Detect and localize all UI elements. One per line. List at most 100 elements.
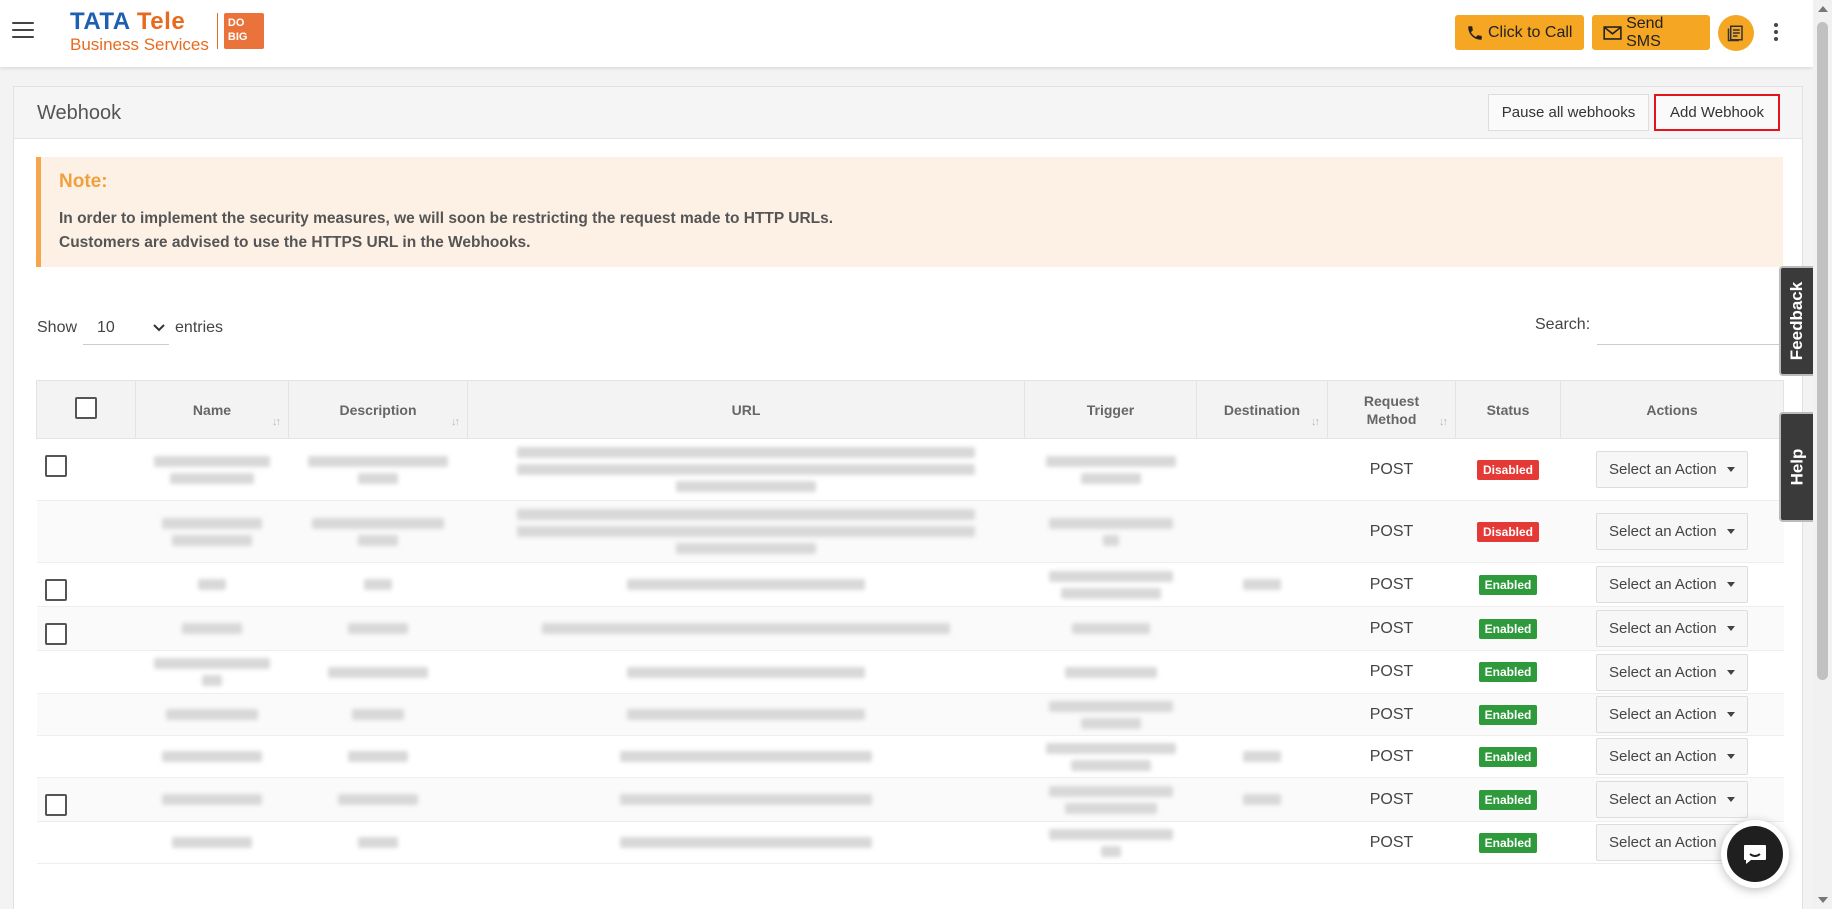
more-options-icon[interactable] xyxy=(1774,23,1780,43)
description-cell xyxy=(288,735,468,778)
row-checkbox[interactable] xyxy=(44,794,67,816)
redacted-text xyxy=(166,709,258,720)
row-select-cell xyxy=(36,438,136,501)
logo-brand-tele: Tele xyxy=(136,7,186,35)
send-sms-button[interactable]: Send SMS xyxy=(1592,15,1710,50)
description-cell xyxy=(288,606,468,651)
redacted-text xyxy=(1045,742,1176,754)
select-action-dropdown[interactable]: Select an Action xyxy=(1596,513,1748,550)
scroll-thumb[interactable] xyxy=(1817,22,1828,680)
page-scrollbar[interactable] xyxy=(1813,0,1832,909)
scroll-up-arrow[interactable] xyxy=(1818,6,1828,12)
actions-cell: Select an Action xyxy=(1560,606,1784,651)
menu-icon[interactable] xyxy=(12,22,34,40)
redacted-text xyxy=(364,579,392,590)
destination-cell xyxy=(1196,693,1328,736)
request-method-cell: POST xyxy=(1327,438,1456,501)
url-cell xyxy=(467,500,1025,563)
scroll-down-arrow[interactable] xyxy=(1818,897,1828,903)
webhook-panel: Webhook Pause all webhooks Add Webhook N… xyxy=(13,86,1803,909)
caret-down-icon xyxy=(1727,754,1735,759)
name-cell xyxy=(135,606,289,651)
redacted-text xyxy=(676,481,816,492)
name-cell xyxy=(135,562,289,607)
redacted-text xyxy=(154,658,270,669)
entries-select[interactable]: 10 xyxy=(83,311,170,345)
redacted-text xyxy=(1064,666,1157,678)
actions-cell: Select an Action xyxy=(1560,777,1784,822)
redacted-text xyxy=(182,623,242,634)
note-title: Note: xyxy=(59,171,108,192)
redacted-text xyxy=(172,837,252,848)
select-action-dropdown[interactable]: Select an Action xyxy=(1596,738,1748,775)
table-row: POST Enabled Select an Action xyxy=(36,735,1784,778)
redacted-text xyxy=(627,709,865,720)
actions-cell: Select an Action xyxy=(1560,650,1784,694)
status-badge: Enabled xyxy=(1478,662,1538,682)
redacted-text xyxy=(162,517,262,529)
redacted-text xyxy=(620,751,872,762)
caret-down-icon xyxy=(1727,529,1735,534)
destination-cell xyxy=(1196,777,1328,822)
select-action-dropdown[interactable]: Select an Action xyxy=(1596,781,1748,818)
security-note: Note: In order to implement the security… xyxy=(36,157,1783,267)
table-row: POST Disabled Select an Action xyxy=(36,500,1784,563)
select-action-dropdown[interactable]: Select an Action xyxy=(1596,566,1748,603)
select-action-dropdown[interactable]: Select an Action xyxy=(1596,696,1748,733)
row-checkbox[interactable] xyxy=(44,579,67,601)
row-select-cell xyxy=(36,500,136,563)
search-input[interactable] xyxy=(1597,305,1783,345)
status-cell: Enabled xyxy=(1455,777,1561,822)
status-cell: Enabled xyxy=(1455,562,1561,607)
destination-cell xyxy=(1196,821,1328,864)
col-request-method[interactable]: Request Method ↓↑ xyxy=(1327,380,1456,439)
redacted-text xyxy=(1100,845,1121,857)
table-row: POST Disabled Select an Action xyxy=(36,438,1784,501)
entries-label: entries xyxy=(175,319,224,336)
status-badge: Enabled xyxy=(1478,574,1538,595)
select-action-label: Select an Action xyxy=(1609,663,1717,681)
pause-all-webhooks-button[interactable]: Pause all webhooks xyxy=(1488,94,1649,131)
logo-badge: DO BIG xyxy=(223,13,264,49)
table-row: POST Enabled Select an Action xyxy=(36,606,1784,651)
row-checkbox[interactable] xyxy=(44,455,67,477)
row-checkbox[interactable] xyxy=(44,623,67,645)
request-method-cell: POST xyxy=(1327,562,1456,607)
redacted-text xyxy=(358,837,398,848)
logo[interactable]: TATA Tele Business Services DO BIG xyxy=(70,7,264,53)
row-select-cell xyxy=(36,650,136,694)
status-badge: Enabled xyxy=(1478,704,1538,725)
feedback-tab[interactable]: Feedback xyxy=(1779,266,1813,376)
col-destination[interactable]: Destination ↓↑ xyxy=(1196,380,1328,439)
add-webhook-button[interactable]: Add Webhook xyxy=(1654,94,1780,131)
help-tab[interactable]: Help xyxy=(1779,412,1813,522)
select-action-dropdown[interactable]: Select an Action xyxy=(1596,451,1748,488)
select-action-label: Select an Action xyxy=(1609,791,1717,808)
select-all-checkbox[interactable] xyxy=(75,397,97,419)
notes-button[interactable] xyxy=(1718,15,1754,51)
redacted-text xyxy=(172,534,252,546)
redacted-text xyxy=(154,455,270,467)
select-action-dropdown[interactable]: Select an Action xyxy=(1596,610,1748,647)
status-cell: Enabled xyxy=(1455,821,1561,864)
redacted-text xyxy=(358,472,398,484)
chat-button[interactable] xyxy=(1721,820,1789,888)
status-badge: Disabled xyxy=(1476,521,1539,542)
redacted-text xyxy=(1045,455,1176,467)
redacted-text xyxy=(1243,794,1281,805)
redacted-text xyxy=(352,709,404,720)
col-description[interactable]: Description ↓↑ xyxy=(288,380,468,439)
click-to-call-label: Click to Call xyxy=(1488,23,1573,41)
select-action-dropdown[interactable]: Select an Action xyxy=(1596,653,1748,691)
redacted-text xyxy=(627,666,865,678)
redacted-text xyxy=(627,579,865,590)
sort-icon: ↓↑ xyxy=(451,416,460,428)
col-name[interactable]: Name ↓↑ xyxy=(135,380,289,439)
url-cell xyxy=(467,650,1025,694)
redacted-text xyxy=(202,675,222,686)
description-cell xyxy=(288,562,468,607)
redacted-text xyxy=(1048,700,1173,712)
trigger-cell xyxy=(1024,735,1197,778)
row-select-cell xyxy=(36,777,136,822)
click-to-call-button[interactable]: Click to Call xyxy=(1455,15,1584,50)
